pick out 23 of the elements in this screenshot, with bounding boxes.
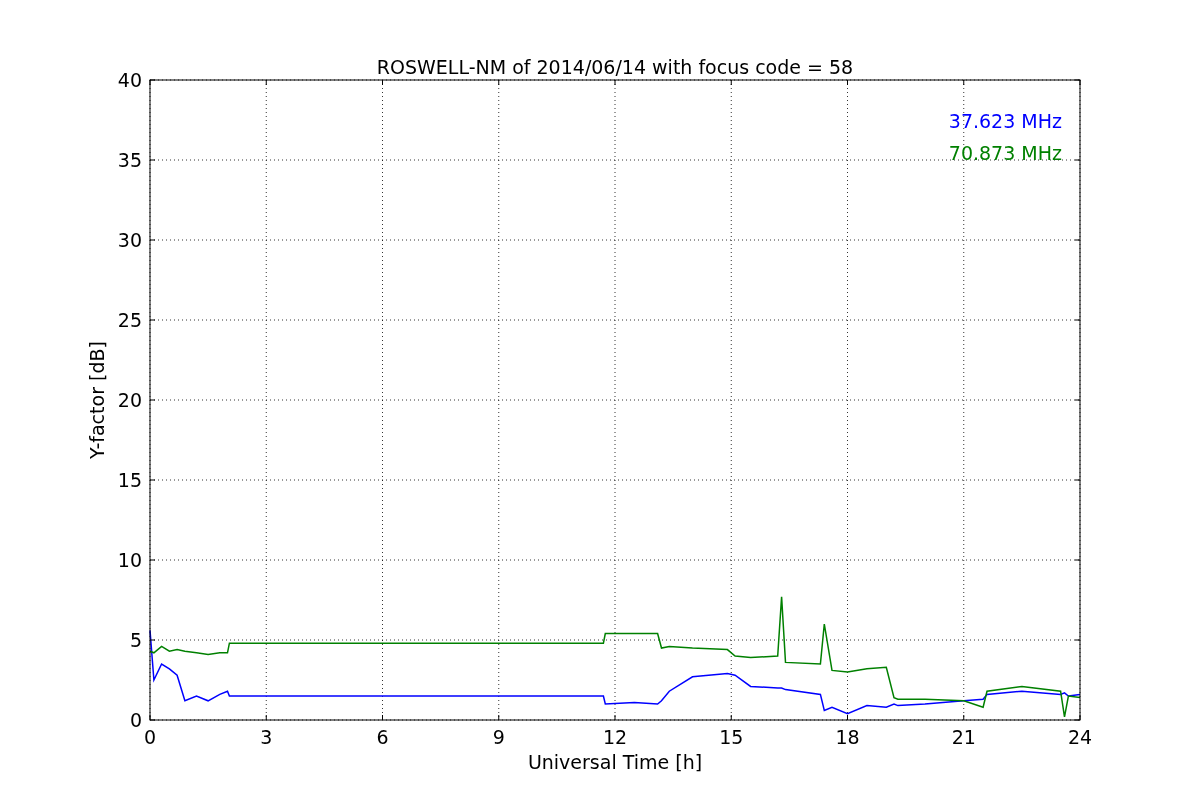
x-tick-label: 21 [951,726,976,748]
x-tick-label: 0 [143,726,157,748]
y-tick-label: 10 [117,549,142,571]
x-tick-label: 18 [835,726,860,748]
y-tick-label: 0 [129,709,142,731]
y-tick-label: 30 [117,229,142,251]
y-tick-label: 25 [117,309,142,331]
x-tick-label: 3 [260,726,273,748]
x-tick-label: 12 [602,726,628,748]
x-axis-label: Universal Time [h] [527,751,703,773]
x-tick-label: 9 [492,726,505,748]
y-tick-label: 20 [117,389,142,411]
y-axis-label: Y-factor [dB] [86,341,108,459]
x-tick-label: 6 [376,726,389,748]
y-tick-label: 35 [117,149,142,171]
y-tick-label: 15 [117,469,142,491]
chart-title: ROSWELL-NM of 2014/06/14 with focus code = 58 [376,56,854,78]
legend-label: 37.623 MHz [948,110,1062,132]
x-tick-label: 15 [719,726,744,748]
legend-label: 70.873 MHz [948,142,1062,164]
x-tick-label: 24 [1067,726,1093,748]
y-tick-label: 40 [117,69,142,91]
y-tick-label: 5 [129,629,142,651]
